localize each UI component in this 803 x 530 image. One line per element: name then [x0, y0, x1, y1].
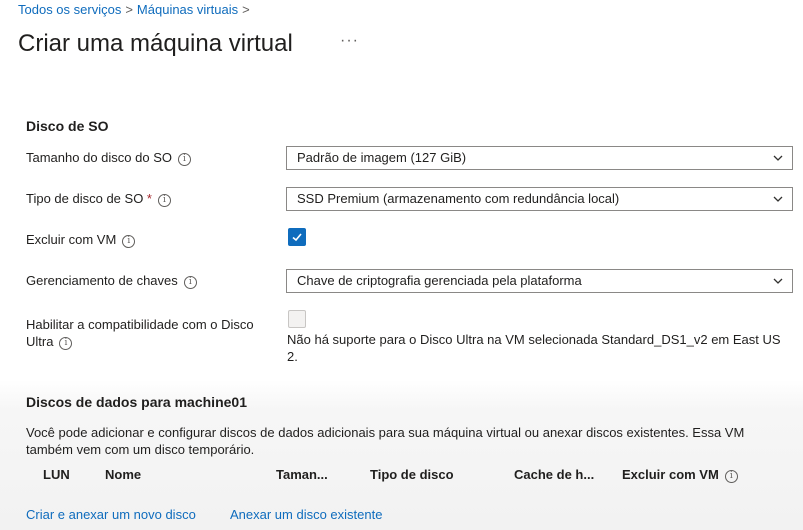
breadcrumb-all-services[interactable]: Todos os serviços — [18, 2, 121, 17]
info-icon[interactable]: i — [183, 276, 197, 289]
ultra-disk-label: Habilitar a compatibilidade com o Disco … — [26, 316, 276, 350]
os-disk-type-label-text: Tipo de disco de SO — [26, 191, 144, 206]
delete-with-vm-checkbox[interactable] — [288, 228, 306, 246]
create-attach-new-disk-link[interactable]: Criar e anexar um novo disco — [26, 507, 196, 522]
data-disks-section-title: Discos de dados para machine01 — [26, 394, 247, 410]
required-asterisk: * — [143, 191, 152, 206]
key-management-label-text: Gerenciamento de chaves — [26, 273, 178, 288]
attach-existing-disk-link[interactable]: Anexar um disco existente — [230, 507, 382, 522]
os-disk-type-dropdown[interactable]: SSD Premium (armazenamento com redundânc… — [286, 187, 793, 211]
delete-with-vm-label-text: Excluir com VM — [26, 232, 117, 247]
column-header-delete-with-vm-text: Excluir com VM — [622, 467, 719, 482]
info-icon[interactable]: i — [59, 337, 73, 350]
chevron-down-icon — [773, 278, 783, 284]
info-icon[interactable]: i — [122, 235, 136, 248]
os-disk-size-dropdown[interactable]: Padrão de imagem (127 GiB) — [286, 146, 793, 170]
delete-with-vm-label: Excluir com VM i — [26, 232, 136, 248]
breadcrumb-separator: > — [242, 2, 250, 17]
info-icon[interactable]: i — [157, 194, 171, 207]
breadcrumb-separator: > — [125, 2, 133, 17]
column-header-name: Nome — [105, 467, 142, 482]
os-disk-type-label: Tipo de disco de SO * i — [26, 191, 171, 207]
ultra-disk-note: Não há suporte para o Disco Ultra na VM … — [287, 332, 781, 364]
breadcrumb-virtual-machines[interactable]: Máquinas virtuais — [137, 2, 238, 17]
os-disk-size-value: Padrão de imagem (127 GiB) — [297, 150, 467, 165]
info-icon[interactable]: i — [724, 470, 738, 483]
column-header-lun: LUN — [43, 467, 70, 482]
key-management-label: Gerenciamento de chaves i — [26, 273, 197, 289]
more-options-button[interactable]: ··· — [340, 32, 359, 50]
column-header-disk-type: Tipo de disco — [370, 467, 454, 482]
os-disk-size-label-text: Tamanho do disco do SO — [26, 150, 172, 165]
os-disk-type-value: SSD Premium (armazenamento com redundânc… — [297, 191, 620, 206]
os-disk-section-title: Disco de SO — [26, 118, 109, 134]
os-disk-size-label: Tamanho do disco do SO i — [26, 150, 191, 166]
column-header-delete-with-vm: Excluir com VM i — [622, 467, 738, 483]
column-header-size: Taman... — [276, 467, 328, 482]
chevron-down-icon — [773, 196, 783, 202]
ultra-disk-checkbox — [288, 310, 306, 328]
info-icon[interactable]: i — [177, 153, 191, 166]
key-management-value: Chave de criptografia gerenciada pela pl… — [297, 273, 582, 288]
page-title: Criar uma máquina virtual — [18, 30, 293, 57]
key-management-dropdown[interactable]: Chave de criptografia gerenciada pela pl… — [286, 269, 793, 293]
chevron-down-icon — [773, 155, 783, 161]
breadcrumb: Todos os serviços > Máquinas virtuais > — [18, 2, 254, 17]
checkmark-icon — [292, 233, 302, 242]
column-header-host-cache: Cache de h... — [514, 467, 595, 482]
data-disks-description: Você pode adicionar e configurar discos … — [26, 425, 745, 457]
